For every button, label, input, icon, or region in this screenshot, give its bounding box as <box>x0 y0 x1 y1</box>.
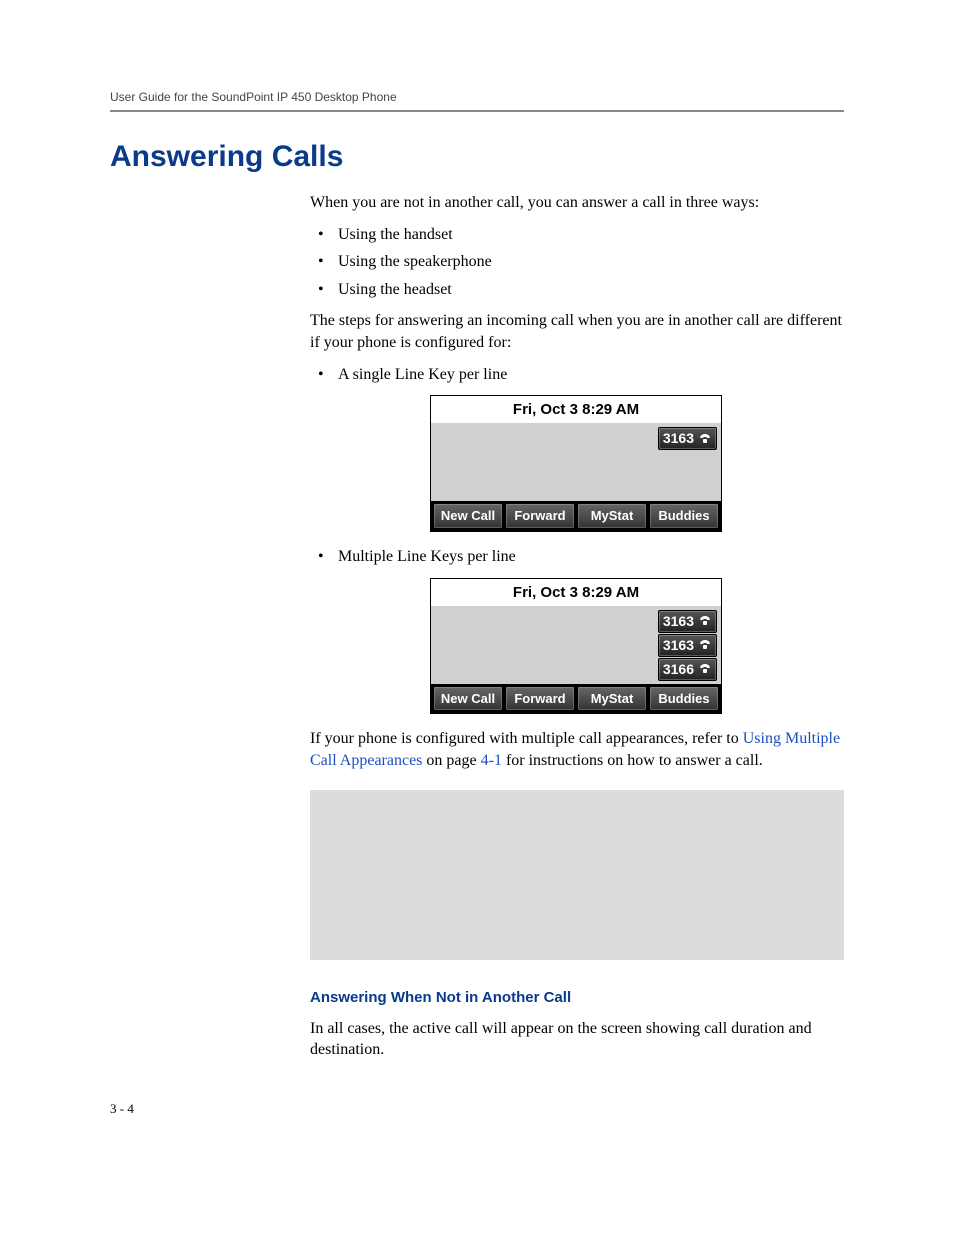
list-item: Using the handset <box>310 224 844 246</box>
xref-text: on page <box>422 752 480 769</box>
line-key-label: 3163 <box>663 636 694 655</box>
subsection-heading: Answering When Not in Another Call <box>310 988 844 1008</box>
config-list: Multiple Line Keys per line <box>310 546 844 568</box>
phone-icon <box>698 639 712 651</box>
list-item: Multiple Line Keys per line <box>310 546 844 568</box>
softkey-row: New Call Forward MyStat Buddies <box>431 684 721 714</box>
body-column: When you are not in another call, you ca… <box>310 192 844 1061</box>
line-key-label: 3163 <box>663 612 694 631</box>
phone-icon <box>698 615 712 627</box>
link-page-4-1[interactable]: 4-1 <box>481 752 502 769</box>
softkey-forward: Forward <box>505 686 575 712</box>
xref-text: for instructions on how to answer a call… <box>502 752 763 769</box>
ways-list: Using the handset Using the speakerphone… <box>310 224 844 301</box>
list-item: Using the headset <box>310 279 844 301</box>
list-item: A single Line Key per line <box>310 364 844 386</box>
list-item: Using the speakerphone <box>310 251 844 273</box>
softkey-row: New Call Forward MyStat Buddies <box>431 501 721 531</box>
phone-display-area: 3163 <box>431 423 721 501</box>
line-key: 3166 <box>658 658 717 681</box>
xref-text: If your phone is configured with multipl… <box>310 730 743 747</box>
header-rule <box>110 110 844 112</box>
transition-paragraph: The steps for answering an incoming call… <box>310 310 844 353</box>
line-key: 3163 <box>658 427 717 450</box>
softkey-forward: Forward <box>505 503 575 529</box>
line-key: 3163 <box>658 634 717 657</box>
softkey-new-call: New Call <box>433 686 503 712</box>
line-key: 3163 <box>658 610 717 633</box>
softkey-mystat: MyStat <box>577 503 647 529</box>
page-number: 3 - 4 <box>110 1101 844 1117</box>
phone-icon <box>698 433 712 445</box>
softkey-buddies: Buddies <box>649 503 719 529</box>
note-box <box>310 790 844 960</box>
running-header: User Guide for the SoundPoint IP 450 Des… <box>110 90 844 104</box>
phone-datetime: Fri, Oct 3 8:29 AM <box>431 579 721 606</box>
config-list: A single Line Key per line <box>310 364 844 386</box>
line-key-label: 3163 <box>663 429 694 448</box>
intro-paragraph: When you are not in another call, you ca… <box>310 192 844 214</box>
phone-display-area: 3163 3163 3166 <box>431 606 721 684</box>
section-heading: Answering Calls <box>110 140 844 174</box>
phone-icon <box>698 663 712 675</box>
subsection-paragraph: In all cases, the active call will appea… <box>310 1018 844 1061</box>
softkey-mystat: MyStat <box>577 686 647 712</box>
softkey-buddies: Buddies <box>649 686 719 712</box>
cross-reference-paragraph: If your phone is configured with multipl… <box>310 728 844 771</box>
softkey-new-call: New Call <box>433 503 503 529</box>
line-key-label: 3166 <box>663 660 694 679</box>
document-page: User Guide for the SoundPoint IP 450 Des… <box>0 0 954 1177</box>
phone-screen-single-line: Fri, Oct 3 8:29 AM 3163 New Call Forward… <box>430 395 722 532</box>
phone-screen-multi-line: Fri, Oct 3 8:29 AM 3163 3163 3166 New Ca… <box>430 578 722 715</box>
phone-datetime: Fri, Oct 3 8:29 AM <box>431 396 721 423</box>
